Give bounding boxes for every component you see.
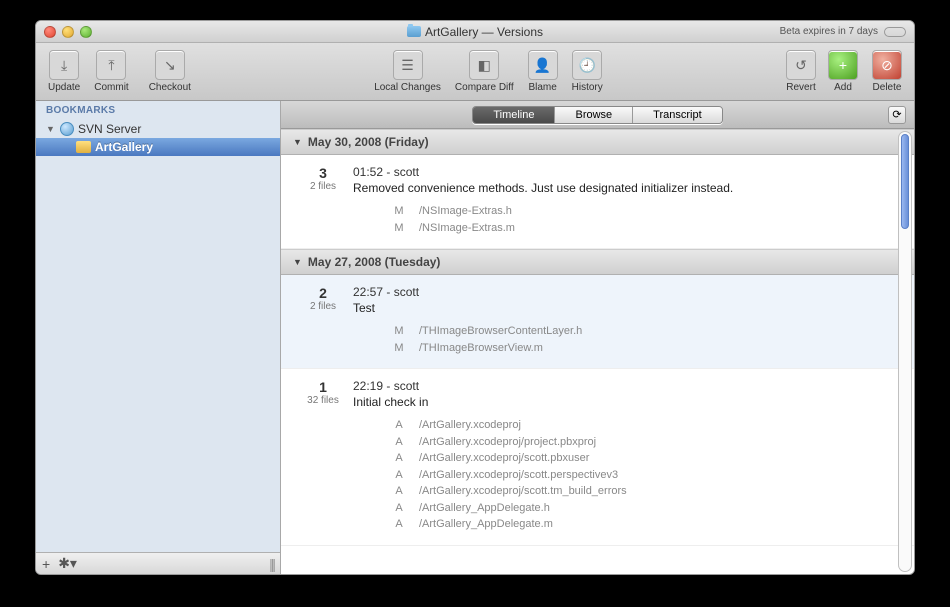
update-icon: ⤓ bbox=[49, 50, 79, 80]
commit-message: Initial check in bbox=[353, 395, 902, 409]
scrollbar[interactable] bbox=[898, 131, 912, 572]
zoom-icon[interactable] bbox=[80, 26, 92, 38]
file-row: A/ArtGallery.xcodeproj/scott.pbxuser bbox=[353, 450, 902, 467]
commit-message: Test bbox=[353, 301, 902, 315]
disclosure-triangle-icon[interactable]: ▼ bbox=[46, 124, 56, 134]
folder-icon bbox=[76, 141, 91, 153]
update-button[interactable]: ⤓Update bbox=[48, 50, 80, 93]
commit-button[interactable]: ⤒Commit bbox=[94, 50, 128, 93]
delete-button[interactable]: ⊘Delete bbox=[872, 50, 902, 93]
timeline-list[interactable]: ▼ May 30, 2008 (Friday) 3 2 files 01:52 … bbox=[281, 129, 914, 574]
pill-icon bbox=[884, 27, 906, 37]
delete-icon: ⊘ bbox=[872, 50, 902, 80]
sidebar-header: BOOKMARKS bbox=[36, 101, 280, 120]
server-icon bbox=[60, 122, 74, 136]
body: BOOKMARKS ▼ SVN Server ArtGallery + ✱▾ |… bbox=[36, 101, 914, 574]
beta-text: Beta expires in 7 days bbox=[780, 26, 878, 37]
sidebar-footer: + ✱▾ ||| bbox=[36, 552, 280, 574]
refresh-button[interactable]: ⟳ bbox=[888, 106, 906, 124]
date-label: May 30, 2008 (Friday) bbox=[308, 135, 429, 149]
blame-button[interactable]: 👤Blame bbox=[528, 50, 558, 93]
file-count: 2 files bbox=[293, 301, 353, 312]
folder-icon bbox=[407, 26, 421, 37]
history-icon: 🕘 bbox=[572, 50, 602, 80]
file-row: M/NSImage-Extras.h bbox=[353, 203, 902, 220]
resize-grip-icon[interactable]: ||| bbox=[269, 556, 274, 572]
commit-meta: 22:57 - scott bbox=[353, 285, 902, 299]
toolbar: ⤓Update ⤒Commit ↘Checkout ☰Local Changes… bbox=[36, 43, 914, 101]
file-row: M/THImageBrowserContentLayer.h bbox=[353, 323, 902, 340]
file-row: A/ArtGallery_AppDelegate.m bbox=[353, 516, 902, 533]
sidebar-item-repo[interactable]: ArtGallery bbox=[36, 138, 280, 156]
file-row: A/ArtGallery.xcodeproj/scott.tm_build_er… bbox=[353, 483, 902, 500]
checkout-icon: ↘ bbox=[155, 50, 185, 80]
app-window: ArtGallery — Versions Beta expires in 7 … bbox=[35, 20, 915, 575]
file-row: A/ArtGallery.xcodeproj bbox=[353, 417, 902, 434]
revision-number: 2 bbox=[293, 285, 353, 301]
action-menu-button[interactable]: ✱▾ bbox=[58, 555, 77, 572]
tab-browse[interactable]: Browse bbox=[555, 107, 633, 123]
file-row: A/ArtGallery.xcodeproj/scott.perspective… bbox=[353, 467, 902, 484]
file-row: A/ArtGallery_AppDelegate.h bbox=[353, 500, 902, 517]
revert-icon: ↺ bbox=[786, 50, 816, 80]
view-segment: Timeline Browse Transcript bbox=[472, 106, 722, 124]
sidebar-item-server[interactable]: ▼ SVN Server bbox=[36, 120, 280, 138]
file-row: A/ArtGallery.xcodeproj/project.pbxproj bbox=[353, 434, 902, 451]
local-changes-button[interactable]: ☰Local Changes bbox=[374, 50, 441, 93]
date-header[interactable]: ▼ May 30, 2008 (Friday) bbox=[281, 129, 914, 155]
disclosure-triangle-icon: ▼ bbox=[293, 137, 302, 147]
compare-diff-icon: ◧ bbox=[469, 50, 499, 80]
add-button[interactable]: +Add bbox=[828, 50, 858, 93]
commit-summary: 1 32 files bbox=[293, 379, 353, 533]
window-title-text: ArtGallery — Versions bbox=[425, 25, 543, 39]
titlebar: ArtGallery — Versions Beta expires in 7 … bbox=[36, 21, 914, 43]
close-icon[interactable] bbox=[44, 26, 56, 38]
file-row: M/THImageBrowserView.m bbox=[353, 340, 902, 357]
commit-summary: 2 2 files bbox=[293, 285, 353, 356]
tab-transcript[interactable]: Transcript bbox=[633, 107, 722, 123]
blame-icon: 👤 bbox=[528, 50, 558, 80]
file-count: 2 files bbox=[293, 181, 353, 192]
revert-button[interactable]: ↺Revert bbox=[786, 50, 816, 93]
local-changes-icon: ☰ bbox=[393, 50, 423, 80]
sidebar-item-label: ArtGallery bbox=[95, 140, 153, 154]
sidebar: BOOKMARKS ▼ SVN Server ArtGallery + ✱▾ |… bbox=[36, 101, 281, 574]
file-row: M/NSImage-Extras.m bbox=[353, 220, 902, 237]
commit-row[interactable]: 1 32 files 22:19 - scott Initial check i… bbox=[281, 369, 914, 546]
commit-row[interactable]: 2 2 files 22:57 - scott Test M/THImageBr… bbox=[281, 275, 914, 369]
tabbar: Timeline Browse Transcript ⟳ bbox=[281, 101, 914, 129]
date-label: May 27, 2008 (Tuesday) bbox=[308, 255, 441, 269]
history-button[interactable]: 🕘History bbox=[572, 50, 603, 93]
add-icon: + bbox=[828, 50, 858, 80]
commit-meta: 22:19 - scott bbox=[353, 379, 902, 393]
commit-meta: 01:52 - scott bbox=[353, 165, 902, 179]
minimize-icon[interactable] bbox=[62, 26, 74, 38]
date-header[interactable]: ▼ May 27, 2008 (Tuesday) bbox=[281, 249, 914, 275]
commit-summary: 3 2 files bbox=[293, 165, 353, 236]
window-controls bbox=[44, 26, 92, 38]
tab-timeline[interactable]: Timeline bbox=[473, 107, 555, 123]
scrollbar-thumb[interactable] bbox=[901, 134, 909, 229]
add-bookmark-button[interactable]: + bbox=[42, 556, 50, 572]
file-count: 32 files bbox=[293, 395, 353, 406]
sidebar-item-label: SVN Server bbox=[78, 122, 141, 136]
commit-message: Removed convenience methods. Just use de… bbox=[353, 181, 902, 195]
beta-status: Beta expires in 7 days bbox=[780, 26, 906, 37]
main: Timeline Browse Transcript ⟳ ▼ May 30, 2… bbox=[281, 101, 914, 574]
compare-diff-button[interactable]: ◧Compare Diff bbox=[455, 50, 514, 93]
commit-icon: ⤒ bbox=[96, 50, 126, 80]
checkout-button[interactable]: ↘Checkout bbox=[149, 50, 191, 93]
revision-number: 1 bbox=[293, 379, 353, 395]
disclosure-triangle-icon: ▼ bbox=[293, 257, 302, 267]
commit-row[interactable]: 3 2 files 01:52 - scott Removed convenie… bbox=[281, 155, 914, 249]
revision-number: 3 bbox=[293, 165, 353, 181]
